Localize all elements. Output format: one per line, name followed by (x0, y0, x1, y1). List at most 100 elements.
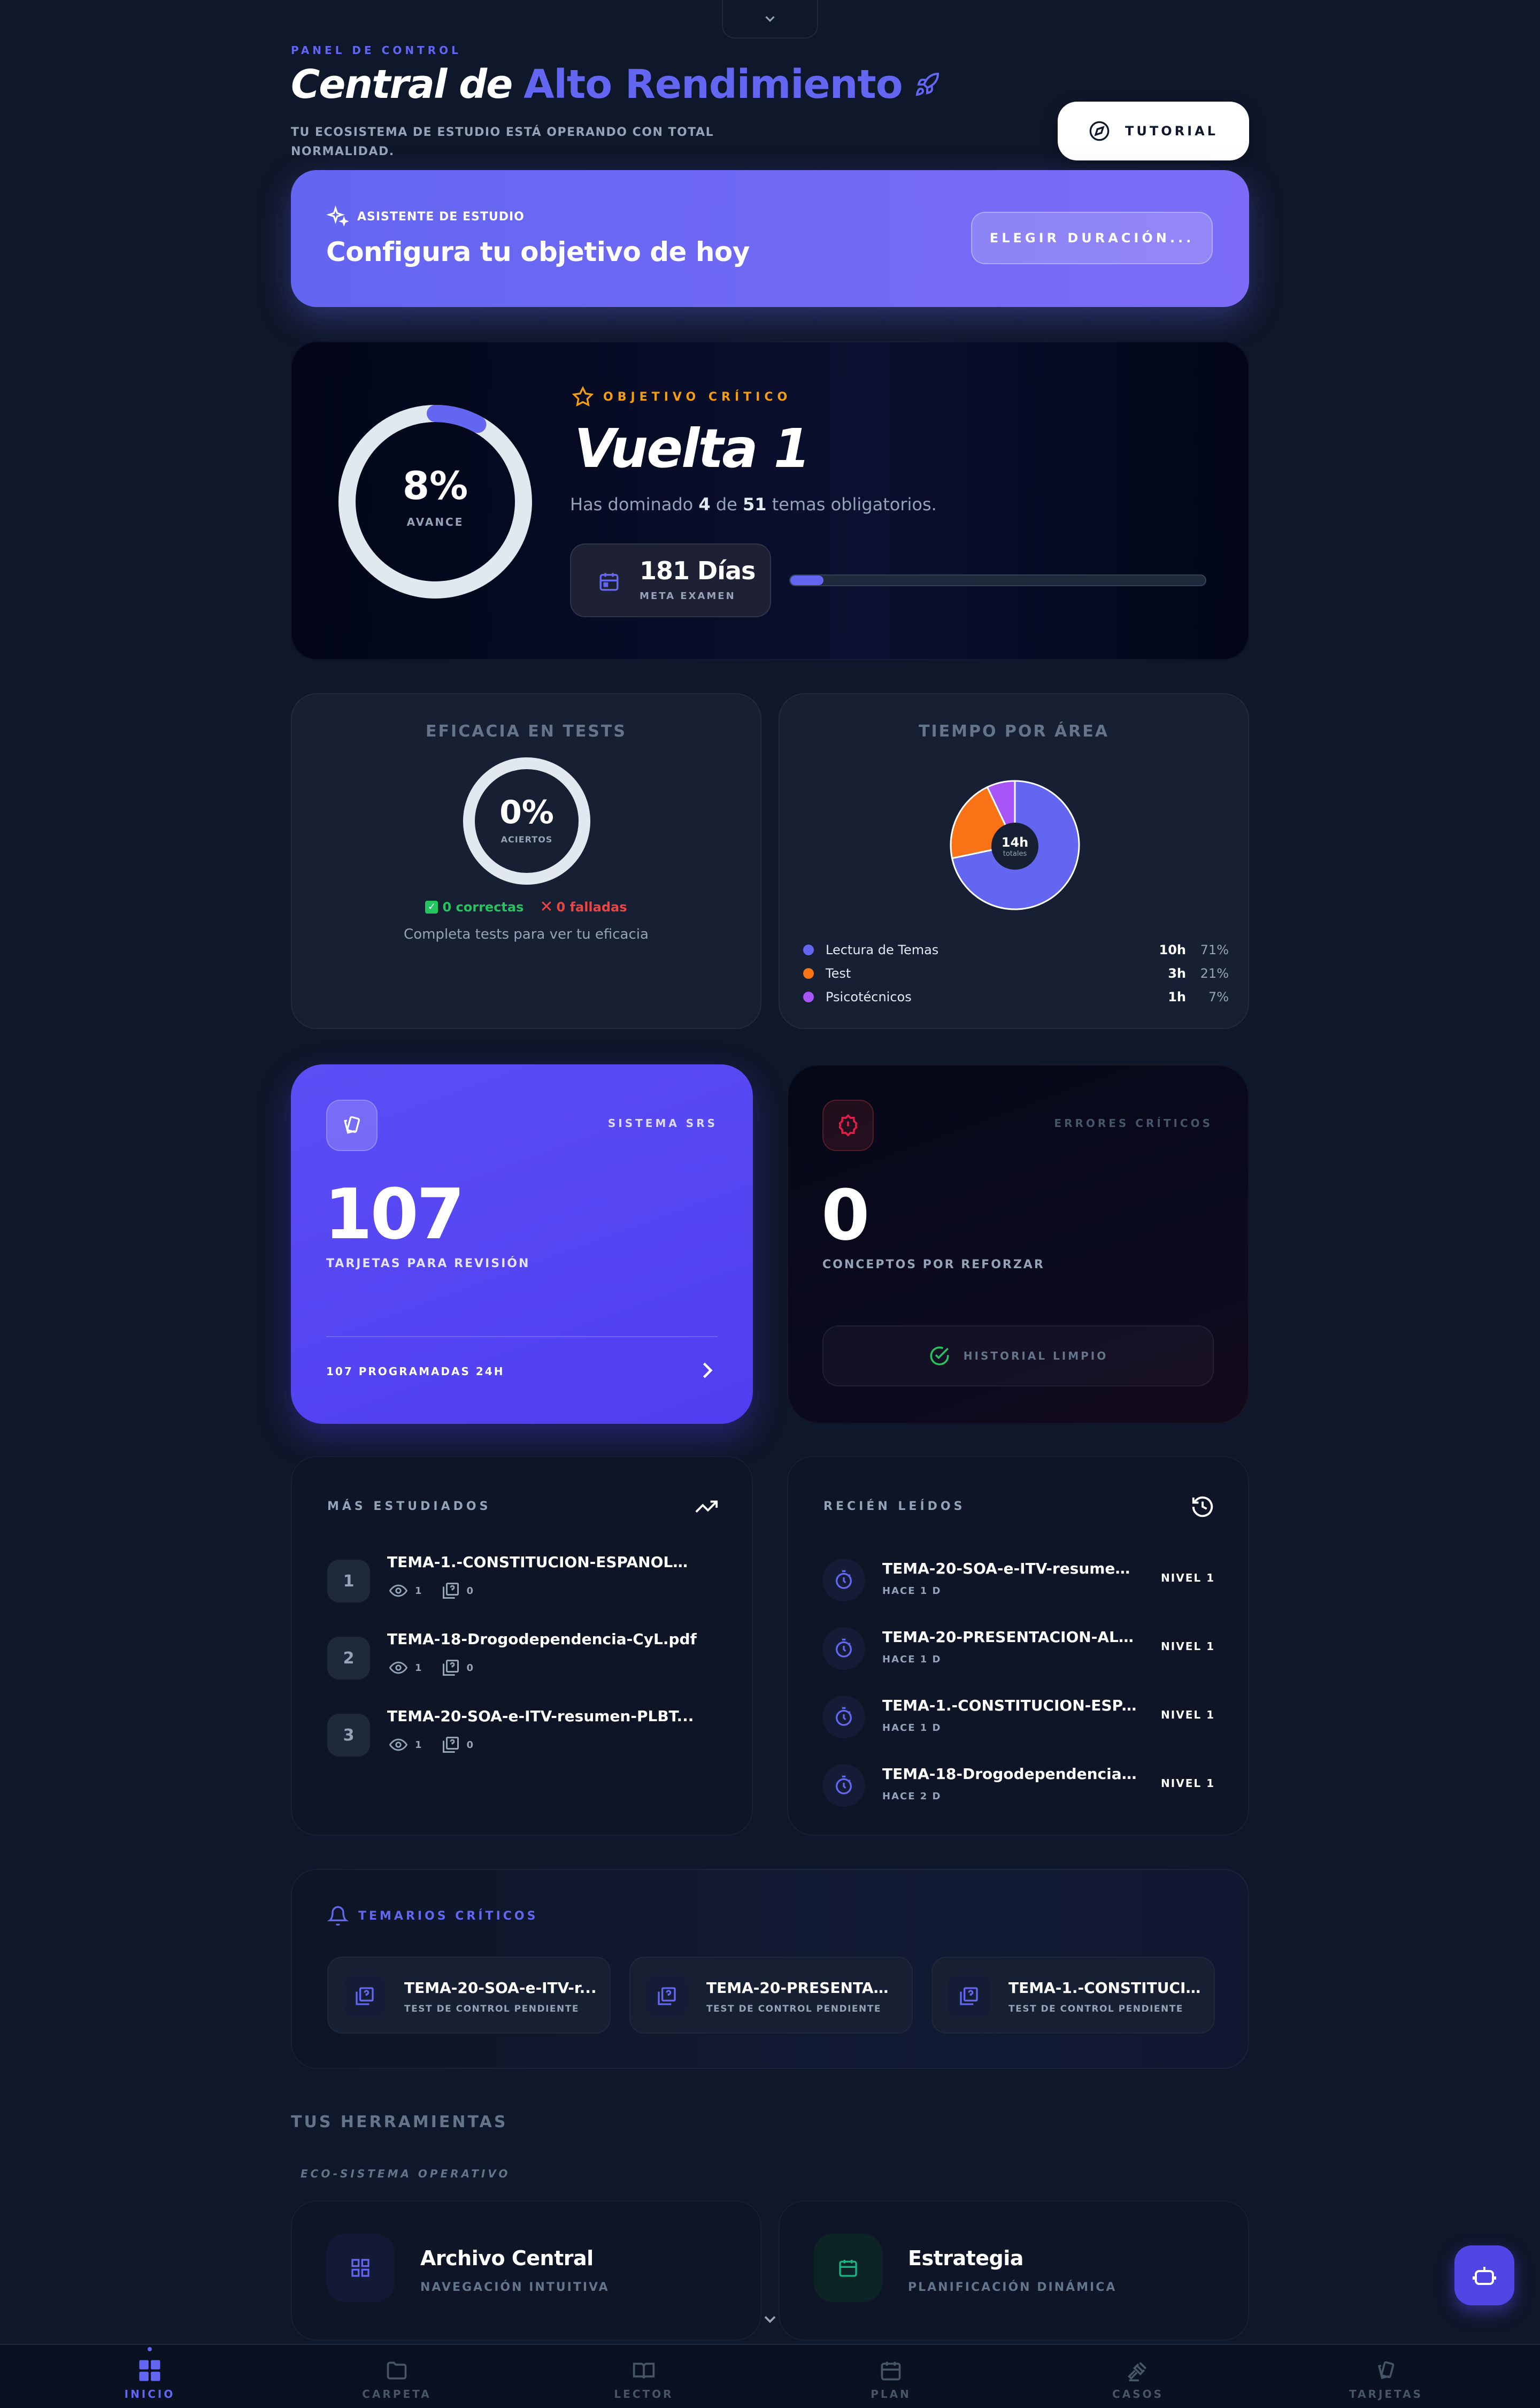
top-collapse-tab[interactable] (722, 0, 818, 39)
tool-estrategia[interactable]: Estrategia PLANIFICACIÓN DINÁMICA (779, 2200, 1249, 2341)
critical-item[interactable]: TEMA-1.-CONSTITUCI... TEST DE CONTROL PEN… (931, 1957, 1215, 2034)
nav-item-tarjetas[interactable]: TARJETAS (1333, 2356, 1439, 2401)
legend-pct: 21% (1200, 966, 1229, 981)
tests-value: 0% (499, 794, 554, 831)
page-title-part1: Central de (291, 62, 513, 108)
quiz-icon-box (343, 1975, 386, 2018)
tool-desc: NAVEGACIÓN INTUITIVA (420, 2281, 610, 2294)
srs-card[interactable]: SISTEMA SRS 107 TARJETAS PARA REVISIÓN 1… (291, 1064, 753, 1424)
header-subtitle-line1: TU ECOSISTEMA DE ESTUDIO ESTÁ OPERANDO C… (291, 126, 714, 139)
progress-label: AVANCE (406, 516, 464, 528)
check-circle-icon (930, 1346, 949, 1366)
quiz-icon (356, 1987, 374, 2005)
critical-item[interactable]: TEMA-20-PRESENTACI... TEST DE CONTROL PEN… (629, 1957, 913, 2034)
list-item[interactable]: 1 TEMA-1.-CONSTITUCION-ESPANOLA... 1 0 (327, 1553, 718, 1612)
nav-item-lector[interactable]: LECTOR (590, 2356, 697, 2401)
tool-desc: PLANIFICACIÓN DINÁMICA (908, 2281, 1117, 2294)
tool-name: Archivo Central (420, 2246, 594, 2270)
list-item[interactable]: 3 TEMA-20-SOA-e-ITV-resumen-PLBT... 1 0 (327, 1707, 718, 1766)
nav-item-casos[interactable]: CASOS (1084, 2356, 1191, 2401)
rocket-icon (915, 72, 939, 96)
desc-prefix: Has dominado (570, 494, 694, 515)
legend-dot (803, 968, 814, 979)
bottom-nav: INICIO CARPETA LECTOR PLAN CASOS TARJETAS (0, 2344, 1540, 2408)
legend-label: Test (826, 966, 851, 981)
legend-hours: 3h (1168, 966, 1186, 981)
nav-item-plan[interactable]: PLAN (837, 2356, 944, 2401)
objective-progress-fill (790, 576, 824, 585)
legend-dot (803, 945, 814, 955)
critical-title: TEMARIOS CRÍTICOS (358, 1909, 538, 1923)
exam-goal-box: 181 Días META EXAMEN (570, 543, 771, 617)
pie-center-label: totales (1003, 849, 1027, 858)
item-name: TEMA-20-PRESENTACION-ALCO... (882, 1628, 1139, 1646)
desc-mid: de (715, 494, 737, 515)
quiz-icon (960, 1987, 978, 2005)
cross-icon: ✕ (540, 898, 553, 916)
legend-pct: 71% (1200, 942, 1229, 957)
timer-icon (836, 1570, 852, 1589)
pie-center-value: 14h (1001, 834, 1029, 850)
item-stats: 10 (387, 1581, 473, 1600)
nav-label: TARJETAS (1349, 2388, 1423, 2401)
timer-icon (836, 1775, 852, 1795)
list-item[interactable]: 2 TEMA-18-Drogodependencia-CyL.pdf 1 0 (327, 1630, 718, 1689)
tests-count: 0 (466, 1585, 474, 1597)
tests-failed: 0 falladas (556, 899, 627, 915)
choose-duration-button[interactable]: ELEGIR DURACIÓN... (971, 212, 1213, 264)
item-stats: 10 (387, 1658, 473, 1677)
star-icon (572, 386, 594, 407)
timer-icon-box (822, 1764, 865, 1807)
eye-icon (389, 1661, 408, 1674)
timer-icon (836, 1707, 852, 1726)
tutorial-button[interactable]: TUTORIAL (1058, 102, 1249, 160)
time-area-title: TIEMPO POR ÁREA (919, 722, 1109, 741)
list-item[interactable]: TEMA-20-PRESENTACION-ALCO... HACE 1 D NIVE… (822, 1621, 1215, 1674)
clean-history-box: HISTORIAL LIMPIO (822, 1325, 1214, 1386)
list-item[interactable]: TEMA-1.-CONSTITUCION-ESPA... HACE 1 D NIVE… (822, 1689, 1215, 1743)
nav-item-carpeta[interactable]: CARPETA (343, 2356, 450, 2401)
assistant-title: Configura tu objetivo de hoy (326, 236, 750, 267)
nav-item-inicio[interactable]: INICIO (96, 2356, 203, 2401)
mastered-count: 4 (698, 494, 711, 515)
quiz-icon (442, 1737, 459, 1753)
rank-number: 3 (343, 1726, 355, 1745)
critical-card: TEMARIOS CRÍTICOS TEMA-20-SOA-e-ITV-r...… (291, 1869, 1249, 2069)
most-studied-card: MÁS ESTUDIADOS 1 TEMA-1.-CONSTITUCION-ESP… (291, 1456, 753, 1836)
chevron-right-icon[interactable] (695, 1359, 719, 1382)
list-item[interactable]: TEMA-20-SOA-e-ITV-resumen-P... HACE 1 D NI… (822, 1552, 1215, 1606)
srs-icon-box (326, 1100, 378, 1151)
legend-label: Lectura de Temas (826, 942, 939, 957)
tool-archivo-central[interactable]: Archivo Central NAVEGACIÓN INTUITIVA (291, 2200, 761, 2341)
compass-icon (1089, 121, 1110, 141)
tools-subtitle: ECO-SISTEMA OPERATIVO (301, 2167, 511, 2180)
time-area-card: TIEMPO POR ÁREA 14h totales Lectura de T… (779, 693, 1249, 1029)
legend-label: Psicotécnicos (826, 990, 912, 1004)
tutorial-label: TUTORIAL (1125, 124, 1218, 139)
nav-label: PLAN (871, 2388, 911, 2401)
critical-item-status: TEST DE CONTROL PENDIENTE (1008, 2004, 1183, 2014)
scroll-down-icon[interactable] (760, 2310, 780, 2329)
pie-center: 14h totales (991, 823, 1038, 870)
errors-card: ERRORES CRÍTICOS 0 CONCEPTOS POR REFORZA… (787, 1064, 1249, 1424)
item-ago: HACE 2 D (882, 1791, 942, 1802)
critical-item[interactable]: TEMA-20-SOA-e-ITV-r... TEST DE CONTROL PE… (327, 1957, 611, 2034)
total-count: 51 (743, 494, 767, 515)
critical-item-name: TEMA-1.-CONSTITUCI... (1008, 1979, 1201, 1997)
recent-card: RECIÉN LEÍDOS TEMA-20-SOA-e-ITV-resumen-… (787, 1456, 1249, 1836)
tests-count: 0 (466, 1739, 474, 1751)
rank-badge: 2 (327, 1637, 370, 1680)
srs-divider (326, 1336, 718, 1337)
legend-row: Psicotécnicos 1h 7% (803, 985, 1229, 1009)
item-level: NIVEL 1 (1161, 1571, 1215, 1584)
views-count: 1 (415, 1585, 422, 1597)
list-item[interactable]: TEMA-18-Drogodependencia-Cy... HACE 2 D NI… (822, 1758, 1215, 1811)
ai-assistant-button[interactable] (1454, 2245, 1514, 2305)
quiz-icon (658, 1987, 676, 2005)
folder-icon (343, 2356, 450, 2386)
calendar-icon (599, 573, 619, 591)
timer-icon-box (822, 1696, 865, 1738)
legend-hours: 10h (1159, 942, 1186, 957)
cards-icon (344, 1116, 360, 1134)
trending-up-icon (695, 1500, 718, 1513)
